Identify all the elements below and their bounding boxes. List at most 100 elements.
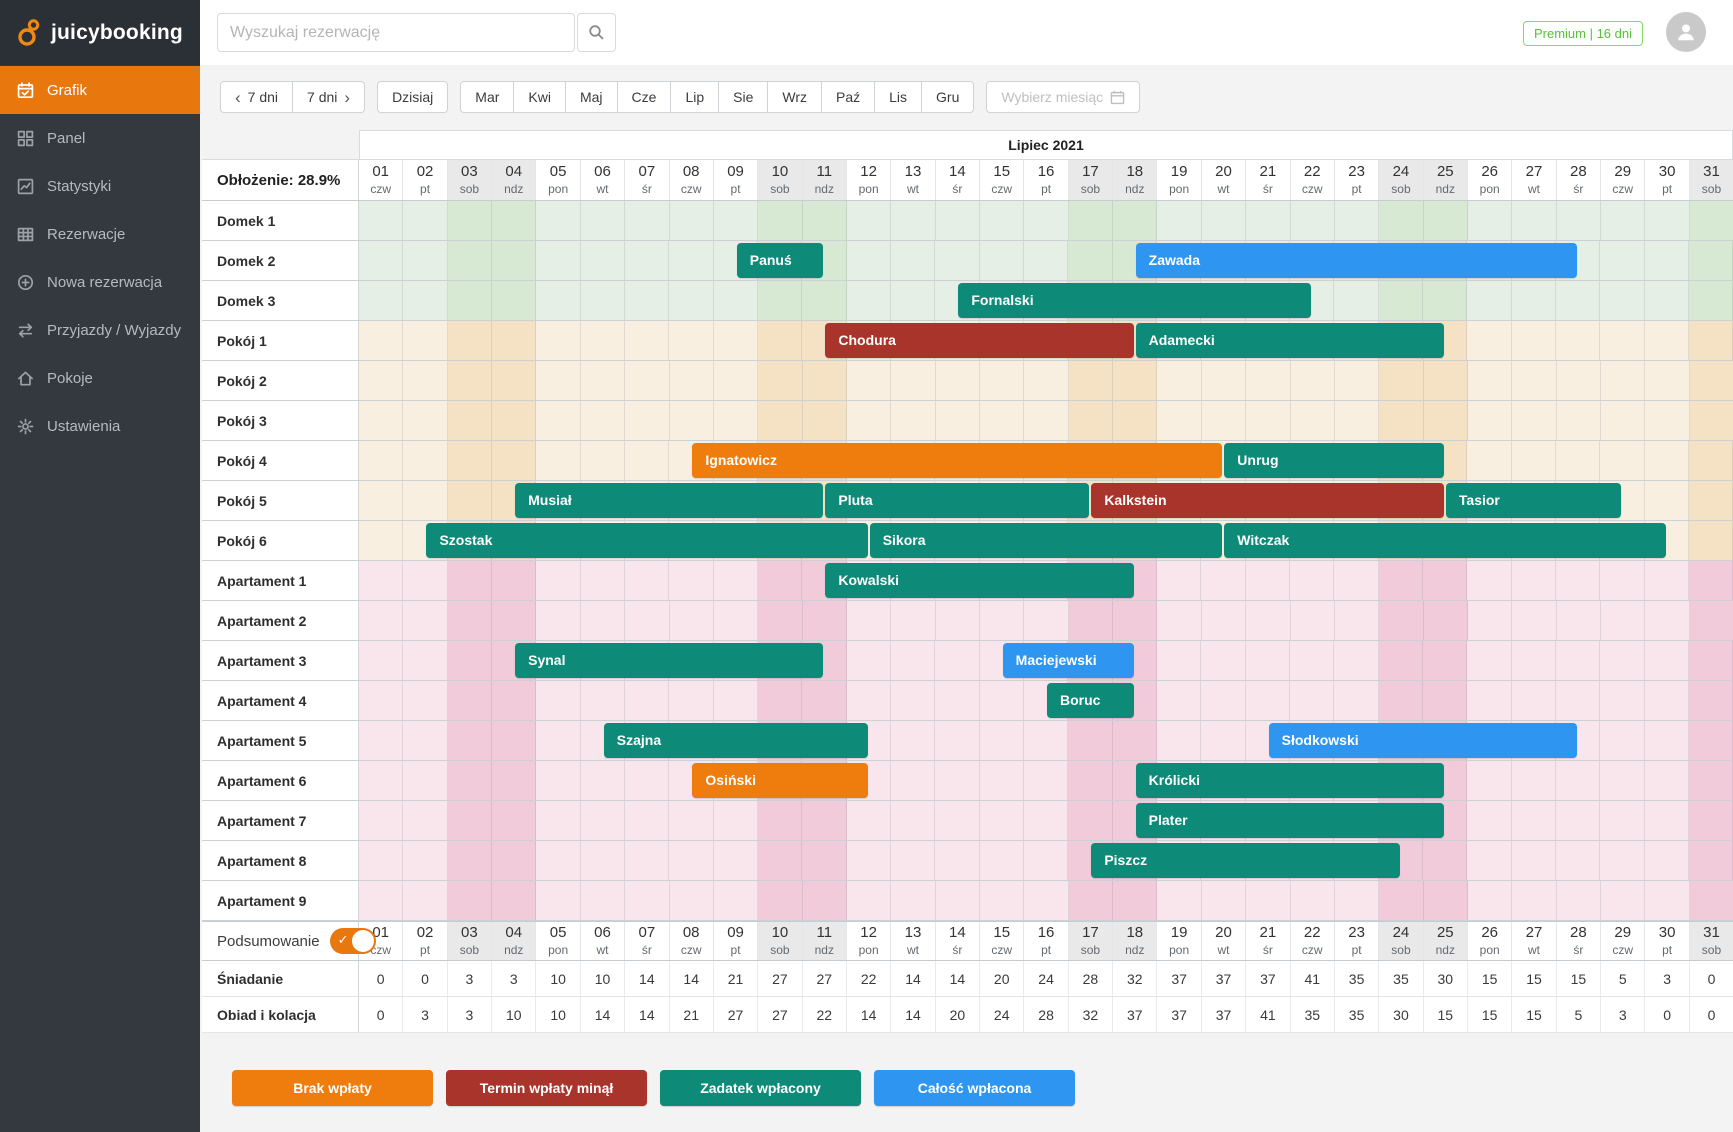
day-cell[interactable] [669, 681, 713, 720]
day-cell[interactable] [1024, 881, 1068, 920]
day-cell[interactable] [448, 361, 492, 400]
day-cell[interactable] [847, 801, 891, 840]
day-cell[interactable] [359, 721, 403, 760]
day-cell[interactable] [448, 441, 492, 480]
day-cell[interactable] [359, 441, 403, 480]
day-cell[interactable] [1689, 281, 1733, 320]
legend-button-termin[interactable]: Termin wpłaty minął [446, 1070, 647, 1106]
reservation-bar[interactable]: Chodura [825, 323, 1133, 358]
day-cell[interactable] [980, 801, 1024, 840]
day-cell[interactable] [625, 321, 669, 360]
day-cell[interactable] [492, 321, 536, 360]
day-cell[interactable] [1201, 641, 1245, 680]
day-cell[interactable] [1645, 281, 1689, 320]
day-cell[interactable] [1645, 841, 1689, 880]
reservation-bar[interactable]: Maciejewski [1003, 643, 1134, 678]
legend-button-brak[interactable]: Brak wpłaty [232, 1070, 433, 1106]
day-cell[interactable] [1645, 441, 1689, 480]
day-cell[interactable] [581, 201, 625, 240]
day-cell[interactable] [1379, 561, 1423, 600]
day-cell[interactable] [1512, 841, 1556, 880]
day-cell[interactable] [1024, 241, 1068, 280]
day-cell[interactable] [935, 841, 979, 880]
reservation-bar[interactable]: Pluta [825, 483, 1089, 518]
day-cell[interactable] [1334, 681, 1378, 720]
reservation-bar[interactable]: Plater [1136, 803, 1444, 838]
day-cell[interactable] [1600, 681, 1644, 720]
day-cell[interactable] [492, 401, 536, 440]
day-cell[interactable] [581, 441, 625, 480]
day-cell[interactable] [448, 761, 492, 800]
day-cell[interactable] [536, 681, 580, 720]
day-cell[interactable] [891, 201, 935, 240]
day-cell[interactable] [625, 561, 669, 600]
month-button-maj[interactable]: Maj [566, 81, 618, 113]
day-cell[interactable] [1468, 201, 1512, 240]
day-cell[interactable] [1645, 561, 1689, 600]
day-cell[interactable] [492, 761, 536, 800]
day-cell[interactable] [1556, 681, 1600, 720]
day-cell[interactable] [1291, 401, 1335, 440]
month-button-kwi[interactable]: Kwi [514, 81, 566, 113]
day-cell[interactable] [802, 681, 846, 720]
month-button-gru[interactable]: Gru [922, 81, 974, 113]
day-cell[interactable] [1512, 401, 1556, 440]
day-cell[interactable] [1645, 601, 1689, 640]
day-cell[interactable] [1600, 241, 1644, 280]
day-cell[interactable] [1113, 401, 1157, 440]
day-cell[interactable] [1246, 201, 1290, 240]
day-cell[interactable] [936, 361, 980, 400]
day-cell[interactable] [1424, 881, 1468, 920]
day-cell[interactable] [1556, 561, 1600, 600]
day-cell[interactable] [1690, 201, 1733, 240]
day-cell[interactable] [1379, 641, 1423, 680]
day-cell[interactable] [669, 561, 713, 600]
day-cell[interactable] [581, 321, 625, 360]
day-cell[interactable] [1600, 281, 1644, 320]
reservation-bar[interactable]: Zawada [1136, 243, 1577, 278]
day-cell[interactable] [1512, 561, 1556, 600]
day-cell[interactable] [1379, 361, 1423, 400]
day-cell[interactable] [1291, 201, 1335, 240]
day-cell[interactable] [536, 801, 580, 840]
day-cell[interactable] [1600, 841, 1644, 880]
day-cell[interactable] [1113, 881, 1157, 920]
day-cell[interactable] [1600, 641, 1644, 680]
day-cell[interactable] [1202, 361, 1246, 400]
day-cell[interactable] [448, 321, 492, 360]
day-cell[interactable] [1645, 641, 1689, 680]
day-cell[interactable] [1690, 601, 1733, 640]
day-cell[interactable] [1335, 601, 1379, 640]
day-cell[interactable] [1157, 881, 1201, 920]
search-button[interactable] [577, 13, 616, 52]
day-cell[interactable] [980, 361, 1024, 400]
day-cell[interactable] [1335, 361, 1379, 400]
day-cell[interactable] [1467, 801, 1511, 840]
month-button-sie[interactable]: Sie [719, 81, 768, 113]
day-cell[interactable] [359, 321, 403, 360]
day-cell[interactable] [980, 841, 1024, 880]
day-cell[interactable] [625, 841, 669, 880]
day-cell[interactable] [1113, 601, 1157, 640]
day-cell[interactable] [1600, 441, 1644, 480]
reservation-bar[interactable]: Piszcz [1091, 843, 1399, 878]
day-cell[interactable] [1557, 401, 1601, 440]
day-cell[interactable] [1600, 721, 1644, 760]
day-cell[interactable] [670, 601, 714, 640]
day-cell[interactable] [1113, 201, 1157, 240]
day-cell[interactable] [1689, 521, 1733, 560]
day-cell[interactable] [847, 881, 891, 920]
day-cell[interactable] [1645, 241, 1689, 280]
day-cell[interactable] [403, 881, 447, 920]
day-cell[interactable] [1290, 641, 1334, 680]
day-cell[interactable] [714, 401, 758, 440]
day-cell[interactable] [625, 441, 669, 480]
day-cell[interactable] [1645, 801, 1689, 840]
day-cell[interactable] [1512, 321, 1556, 360]
day-cell[interactable] [1246, 601, 1290, 640]
day-cell[interactable] [1201, 681, 1245, 720]
day-cell[interactable] [1600, 761, 1644, 800]
day-cell[interactable] [1068, 801, 1112, 840]
day-cell[interactable] [1334, 281, 1378, 320]
day-cell[interactable] [936, 601, 980, 640]
